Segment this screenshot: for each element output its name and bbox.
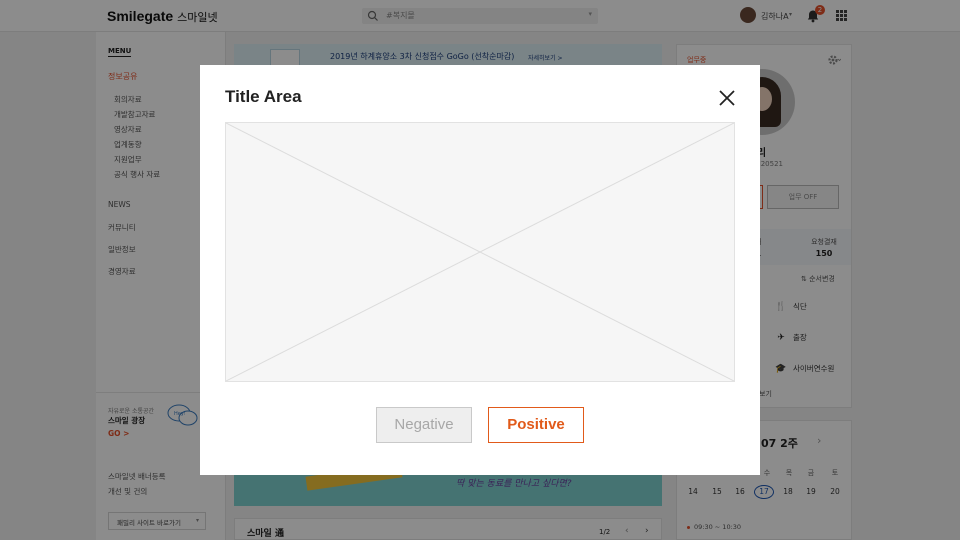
close-icon[interactable] — [714, 85, 740, 111]
image-placeholder-icon — [226, 123, 734, 381]
content-placeholder — [225, 122, 735, 382]
modal-title: Title Area — [225, 87, 302, 106]
modal-dialog: Title Area Negative Positive — [200, 65, 760, 475]
negative-button[interactable]: Negative — [376, 407, 472, 443]
positive-button[interactable]: Positive — [488, 407, 584, 443]
